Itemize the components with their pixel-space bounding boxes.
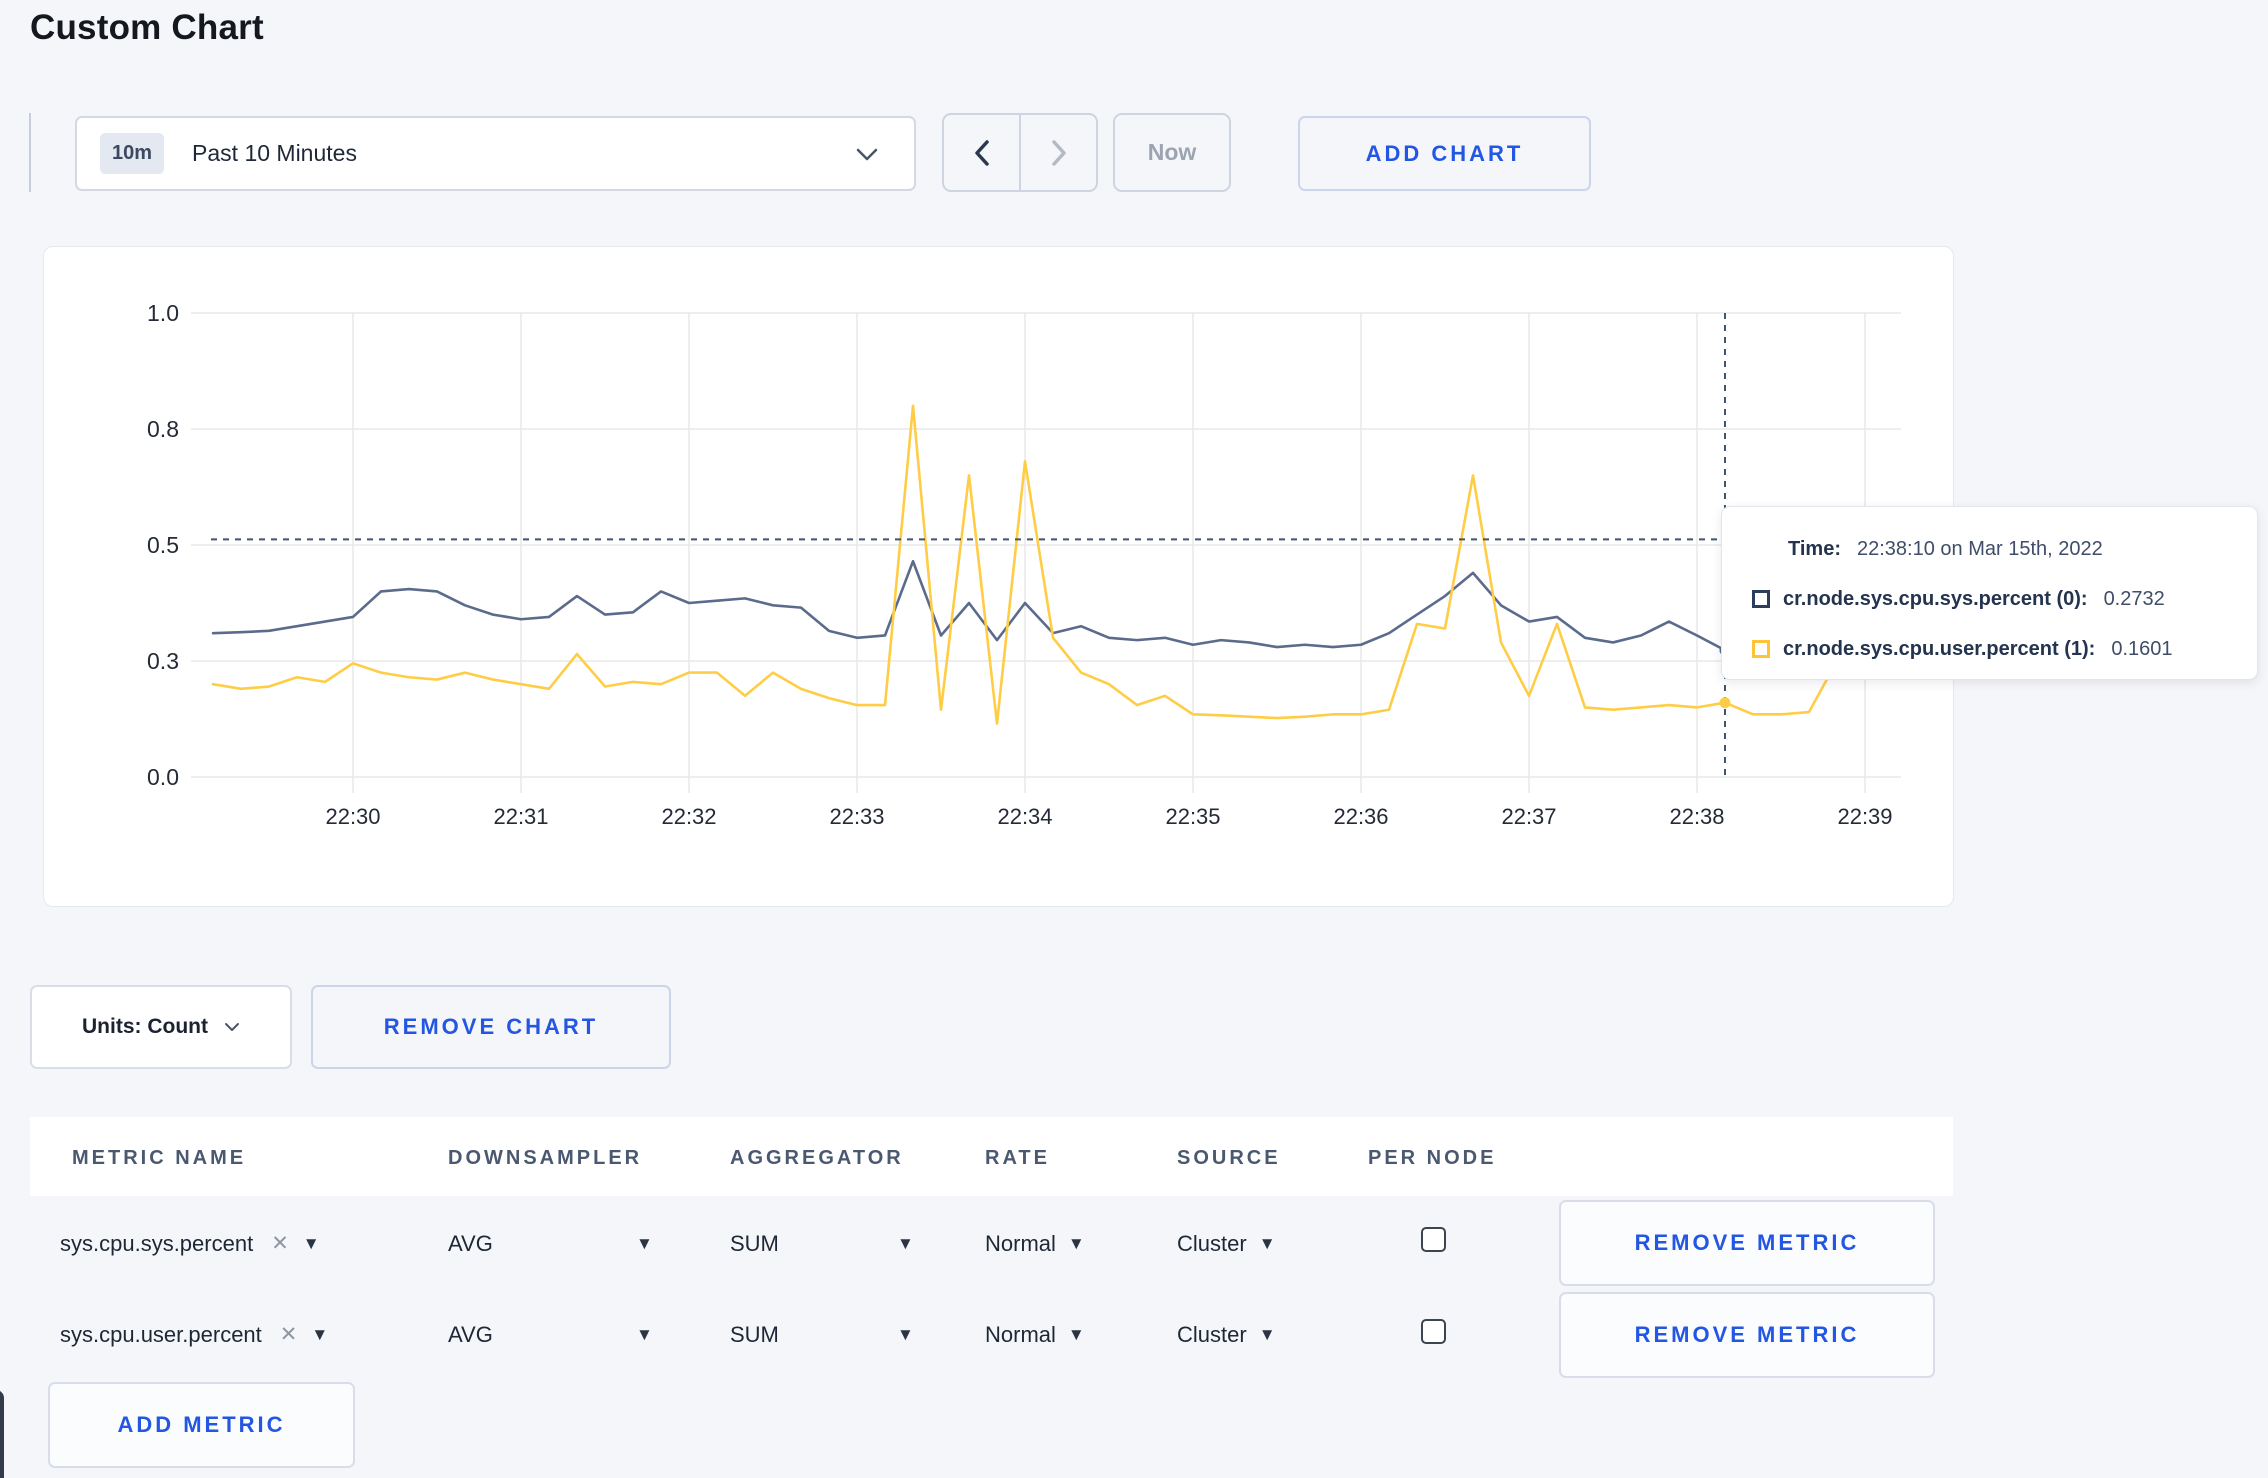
step-back-button[interactable] (944, 115, 1019, 190)
downsampler-select[interactable]: AVG (448, 1320, 493, 1350)
chevron-down-icon (856, 148, 878, 167)
series-swatch-sys-icon (1752, 590, 1770, 608)
aggregator-select[interactable]: SUM (730, 1320, 779, 1350)
tooltip-series-value: 0.2732 (2103, 587, 2165, 610)
rate-select[interactable]: Normal ▼ (985, 1229, 1085, 1259)
svg-text:22:37: 22:37 (1501, 804, 1556, 829)
downsampler-select[interactable]: AVG (448, 1229, 493, 1259)
units-select[interactable]: Units: Count (30, 985, 292, 1069)
caret-down-icon[interactable]: ▼ (897, 1229, 914, 1259)
time-window-badge: 10m (100, 133, 165, 174)
per-node-checkbox[interactable] (1421, 1319, 1446, 1344)
time-window-label: Past 10 Minutes (192, 140, 357, 166)
svg-text:22:32: 22:32 (661, 804, 716, 829)
svg-text:22:35: 22:35 (1165, 804, 1220, 829)
chart-tooltip: Time: 22:38:10 on Mar 15th, 2022 cr.node… (1721, 506, 2258, 680)
units-label: Units: Count (82, 1015, 208, 1038)
tooltip-series-value: 0.1601 (2111, 637, 2173, 660)
toolbar-separator (29, 113, 31, 192)
col-header-downsampler: DOWNSAMPLER (448, 1147, 643, 1169)
custom-chart-page: Custom Chart 10m Past 10 Minutes Now ADD… (0, 0, 2268, 1478)
svg-text:0.0: 0.0 (147, 764, 179, 790)
svg-text:0.8: 0.8 (147, 416, 179, 442)
svg-text:22:31: 22:31 (493, 804, 548, 829)
chevron-down-icon (224, 1022, 239, 1031)
svg-text:22:39: 22:39 (1837, 804, 1892, 829)
now-button[interactable]: Now (1113, 113, 1231, 192)
svg-text:22:38: 22:38 (1669, 804, 1724, 829)
remove-metric-button[interactable]: REMOVE METRIC (1559, 1292, 1935, 1378)
chevron-right-icon (1051, 139, 1066, 166)
clear-metric-icon[interactable]: ✕ (271, 1229, 289, 1259)
caret-down-icon[interactable]: ▼ (897, 1320, 914, 1350)
svg-text:22:36: 22:36 (1333, 804, 1388, 829)
time-window-select[interactable]: 10m Past 10 Minutes (75, 116, 916, 191)
source-select[interactable]: Cluster ▼ (1177, 1320, 1276, 1350)
svg-text:22:33: 22:33 (829, 804, 884, 829)
metric-name-select[interactable]: sys.cpu.user.percent ✕ ▼ (60, 1320, 328, 1350)
col-header-aggregator: AGGREGATOR (730, 1147, 904, 1169)
step-forward-button[interactable] (1021, 115, 1096, 190)
col-header-per-node: PER NODE (1368, 1147, 1497, 1169)
page-corner-element (0, 1390, 4, 1478)
source-select[interactable]: Cluster ▼ (1177, 1229, 1276, 1259)
caret-down-icon[interactable]: ▼ (636, 1229, 653, 1259)
caret-down-icon: ▼ (302, 1234, 320, 1253)
per-node-checkbox[interactable] (1421, 1227, 1446, 1252)
remove-chart-button[interactable]: REMOVE CHART (311, 985, 671, 1069)
aggregator-select[interactable]: SUM (730, 1229, 779, 1259)
col-header-rate: RATE (985, 1147, 1050, 1169)
tooltip-time-label: Time: (1788, 537, 1841, 560)
chart-card[interactable]: 0.0 0.3 0.5 0.8 1.0 22:30 22:31 22:32 22:33 22:34… (43, 246, 1954, 907)
svg-text:0.3: 0.3 (147, 648, 179, 674)
tooltip-time-value: 22:38:10 on Mar 15th, 2022 (1856, 537, 2103, 560)
caret-down-icon: ▼ (1067, 1234, 1085, 1253)
col-header-metric-name: METRIC NAME (72, 1147, 247, 1169)
caret-down-icon: ▼ (311, 1325, 329, 1344)
remove-metric-button[interactable]: REMOVE METRIC (1559, 1200, 1935, 1286)
rate-select[interactable]: Normal ▼ (985, 1320, 1085, 1350)
time-step-buttons (942, 113, 1098, 192)
svg-text:22:30: 22:30 (325, 804, 380, 829)
tooltip-series-label: cr.node.sys.cpu.sys.percent (0): (1783, 587, 2088, 610)
metric-name-select[interactable]: sys.cpu.sys.percent ✕ ▼ (60, 1229, 320, 1259)
add-metric-button[interactable]: ADD METRIC (48, 1382, 355, 1468)
caret-down-icon: ▼ (1067, 1325, 1085, 1344)
svg-text:0.5: 0.5 (147, 532, 179, 558)
svg-text:22:34: 22:34 (997, 804, 1052, 829)
clear-metric-icon[interactable]: ✕ (280, 1320, 298, 1350)
caret-down-icon: ▼ (1258, 1325, 1276, 1344)
series-swatch-user-icon (1752, 640, 1770, 658)
col-header-source: SOURCE (1177, 1147, 1281, 1169)
add-chart-button[interactable]: ADD CHART (1298, 116, 1591, 191)
page-title: Custom Chart (30, 8, 264, 47)
tooltip-series-label: cr.node.sys.cpu.user.percent (1): (1783, 637, 2096, 660)
chevron-left-icon (974, 139, 989, 166)
svg-text:1.0: 1.0 (147, 300, 179, 326)
caret-down-icon[interactable]: ▼ (636, 1320, 653, 1350)
timeseries-chart: 0.0 0.3 0.5 0.8 1.0 22:30 22:31 22:32 22:33 22:34… (147, 300, 1901, 829)
caret-down-icon: ▼ (1258, 1234, 1276, 1253)
